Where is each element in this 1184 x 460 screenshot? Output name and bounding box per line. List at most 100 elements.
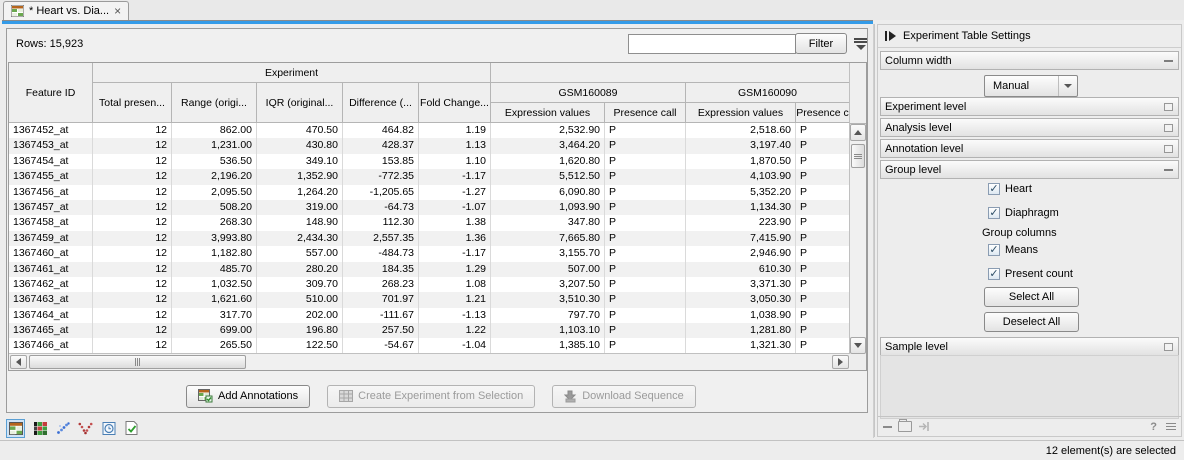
report-view-icon[interactable] (123, 420, 140, 437)
table-row[interactable]: 1367460_at121,182.80557.00-484.73-1.173,… (9, 246, 850, 261)
table-cell: 12 (93, 169, 172, 184)
scroll-left-icon[interactable] (10, 355, 27, 369)
folder-icon[interactable] (898, 421, 912, 432)
scroll-right-icon[interactable] (832, 355, 849, 369)
tab-title: * Heart vs. Dia... (29, 5, 109, 17)
table-cell: 280.20 (257, 262, 343, 277)
checkbox-icon[interactable]: ✓ (988, 207, 1000, 219)
table-cell: 153.85 (343, 154, 419, 169)
table-row[interactable]: 1367452_at12862.00470.50464.821.192,532.… (9, 123, 850, 138)
collapse-section-icon[interactable] (1164, 60, 1173, 62)
help-icon[interactable]: ? (1150, 421, 1157, 433)
col-header-presence-call-1[interactable]: Presence call (605, 103, 686, 123)
table-cell: 196.80 (257, 323, 343, 338)
horizontal-scroll-thumb[interactable] (29, 355, 246, 369)
col-header-presence-call-2[interactable]: Presence c (796, 103, 850, 123)
table-row[interactable]: 1367453_at121,231.00430.80428.371.133,46… (9, 138, 850, 153)
section-annotation-level[interactable]: Annotation level (880, 139, 1179, 158)
checkbox-heart[interactable]: ✓ Heart (988, 183, 1032, 195)
table-cell: P (796, 169, 850, 184)
checkbox-present-count[interactable]: ✓ Present count (988, 268, 1073, 280)
section-analysis-level[interactable]: Analysis level (880, 118, 1179, 137)
col-header-total-present[interactable]: Total presen... (93, 83, 172, 123)
checkbox-icon[interactable]: ✓ (988, 183, 1000, 195)
collapse-section-icon[interactable] (1164, 169, 1173, 171)
create-experiment-button[interactable]: Create Experiment from Selection (327, 385, 535, 408)
table-row[interactable]: 1367463_at121,621.60510.00701.971.213,51… (9, 292, 850, 307)
col-group-gsm160089[interactable]: GSM160089 (491, 83, 686, 103)
section-column-width[interactable]: Column width (880, 51, 1179, 70)
history-view-icon[interactable] (100, 420, 117, 437)
col-header-fold-change[interactable]: Fold Change... (419, 83, 491, 123)
section-experiment-level[interactable]: Experiment level (880, 97, 1179, 116)
tab-heart-vs-diaphragm[interactable]: * Heart vs. Dia... × (3, 1, 129, 20)
add-annotations-button[interactable]: Add Annotations (186, 385, 310, 408)
view-switcher (6, 418, 140, 438)
table-row[interactable]: 1367456_at122,095.501,264.20-1,205.65-1.… (9, 185, 850, 200)
table-row[interactable]: 1367457_at12508.20319.00-64.73-1.071,093… (9, 200, 850, 215)
panel-divider[interactable] (874, 24, 875, 437)
select-all-button[interactable]: Select All (984, 287, 1079, 307)
table-cell: 12 (93, 246, 172, 261)
checkbox-icon[interactable]: ✓ (988, 268, 1000, 280)
view-settings-menu-icon[interactable] (1166, 421, 1176, 432)
table-row[interactable]: 1367461_at12485.70280.20184.351.29507.00… (9, 262, 850, 277)
table-cell: 699.00 (172, 323, 257, 338)
sample-level-label: Sample level (881, 341, 948, 353)
dock-icon[interactable] (918, 421, 930, 432)
table-cell: 510.00 (257, 292, 343, 307)
collapse-all-icon[interactable] (883, 426, 892, 428)
col-header-difference[interactable]: Difference (... (343, 83, 419, 123)
table-row[interactable]: 1367454_at12536.50349.10153.851.101,620.… (9, 154, 850, 169)
col-header-iqr[interactable]: IQR (original... (257, 83, 343, 123)
table-row[interactable]: 1367459_at123,993.802,434.302,557.351.36… (9, 231, 850, 246)
expand-section-icon[interactable] (1164, 343, 1173, 351)
heatmap-view-icon[interactable] (31, 420, 48, 437)
table-row[interactable]: 1367465_at12699.00196.80257.501.221,103.… (9, 323, 850, 338)
col-group-gsm160090[interactable]: GSM160090 (686, 83, 850, 103)
section-group-level[interactable]: Group level (880, 160, 1179, 179)
table-row[interactable]: 1367466_at12265.50122.50-54.67-1.041,385… (9, 338, 850, 353)
expand-section-icon[interactable] (1164, 124, 1173, 132)
table-cell: 12 (93, 308, 172, 323)
table-cell: 1,321.30 (686, 338, 796, 353)
col-header-feature-id[interactable]: Feature ID (9, 63, 93, 123)
sidebar-title: Experiment Table Settings (903, 30, 1031, 42)
table-view-icon[interactable] (6, 419, 25, 438)
table-cell: 3,464.20 (491, 138, 605, 153)
horizontal-scrollbar[interactable] (9, 353, 850, 370)
vertical-scrollbar[interactable] (849, 63, 866, 354)
table-row[interactable]: 1367458_at12268.30148.90112.301.38347.80… (9, 215, 850, 230)
checkbox-means[interactable]: ✓ Means (988, 244, 1038, 256)
filter-input[interactable] (628, 34, 796, 54)
column-width-value: Manual (985, 80, 1058, 92)
scroll-up-icon[interactable] (850, 124, 866, 141)
tab-close-icon[interactable]: × (114, 6, 121, 16)
section-sample-level[interactable]: Sample level (880, 337, 1179, 356)
scatter-plot-view-icon[interactable] (54, 420, 71, 437)
rows-count-label: Rows: 15,923 (7, 38, 83, 50)
volcano-plot-view-icon[interactable] (77, 420, 94, 437)
table-cell: 7,665.80 (491, 231, 605, 246)
vertical-scroll-thumb[interactable] (851, 144, 865, 168)
checkbox-diaphragm[interactable]: ✓ Diaphragm (988, 207, 1059, 219)
col-header-expression-values-2[interactable]: Expression values (686, 103, 796, 123)
deselect-all-button[interactable]: Deselect All (984, 312, 1079, 332)
table-row[interactable]: 1367462_at121,032.50309.70268.231.083,20… (9, 277, 850, 292)
table-row[interactable]: 1367455_at122,196.201,352.90-772.35-1.17… (9, 169, 850, 184)
col-header-range[interactable]: Range (origi... (172, 83, 257, 123)
collapse-sidebar-icon[interactable] (885, 31, 896, 41)
column-width-select[interactable]: Manual (984, 75, 1078, 97)
checkbox-icon[interactable]: ✓ (988, 244, 1000, 256)
download-sequence-button[interactable]: Download Sequence (552, 385, 696, 408)
table-row[interactable]: 1367464_at12317.70202.00-111.67-1.13797.… (9, 308, 850, 323)
filter-button[interactable]: Filter (795, 33, 847, 54)
sidebar-footer: ? (878, 416, 1181, 436)
table-cell: 268.23 (343, 277, 419, 292)
advanced-filter-icon[interactable] (854, 37, 868, 51)
scroll-down-icon[interactable] (850, 337, 866, 354)
col-group-experiment[interactable]: Experiment (93, 63, 491, 83)
expand-section-icon[interactable] (1164, 145, 1173, 153)
expand-section-icon[interactable] (1164, 103, 1173, 111)
col-header-expression-values-1[interactable]: Expression values (491, 103, 605, 123)
